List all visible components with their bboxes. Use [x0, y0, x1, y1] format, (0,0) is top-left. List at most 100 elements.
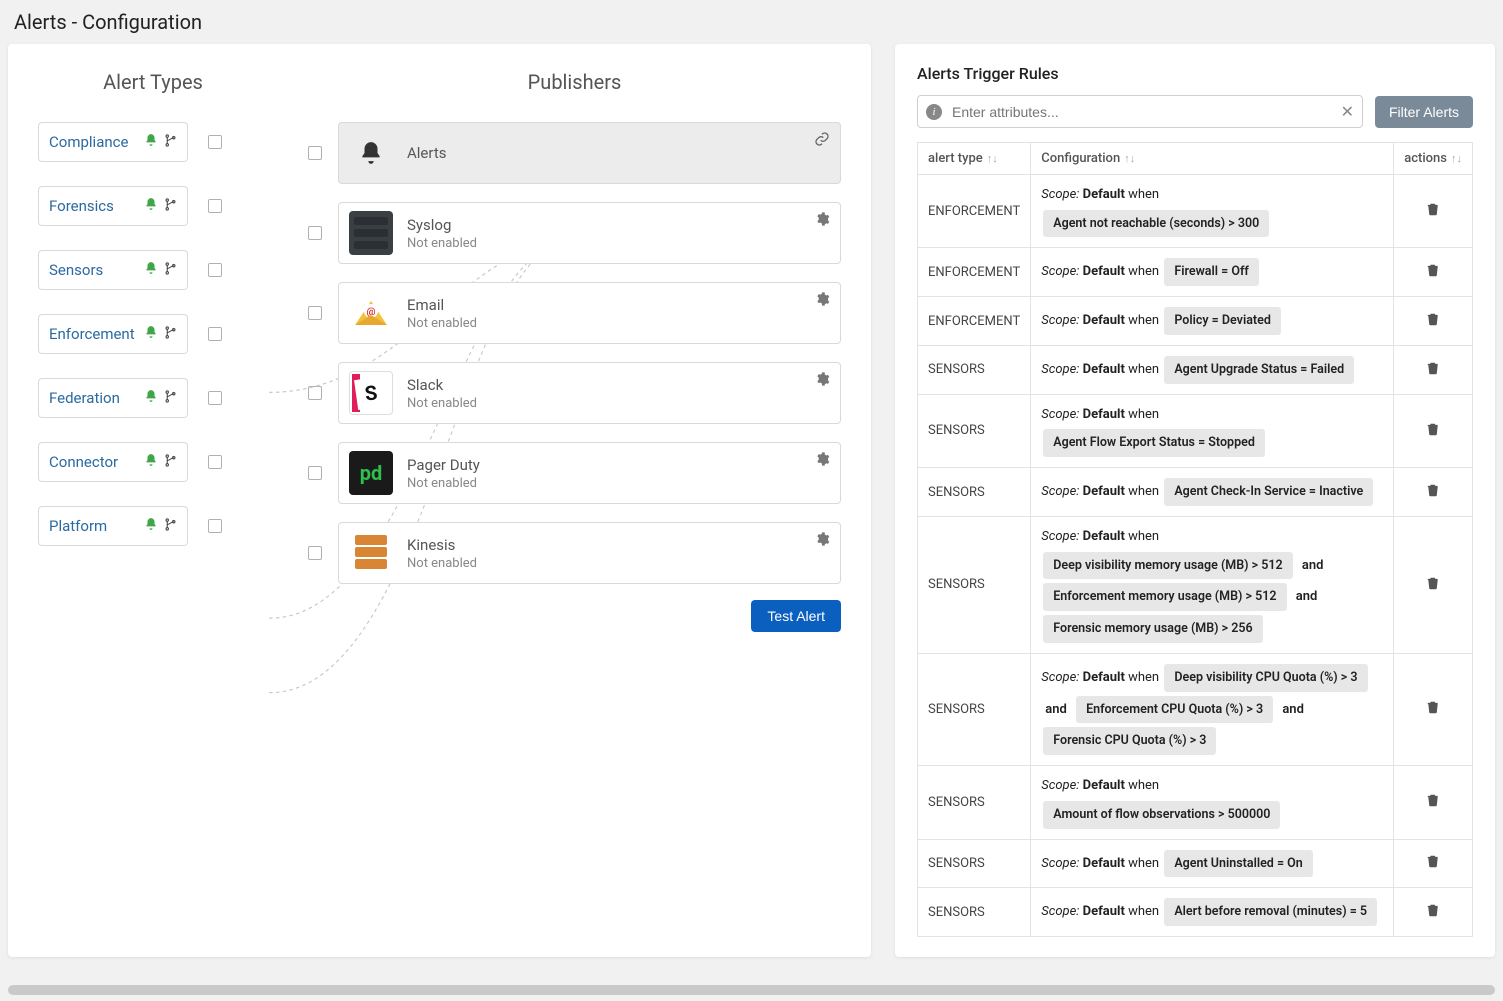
col-configuration[interactable]: Configuration↑↓ [1031, 143, 1394, 175]
condition-chip: Firewall = Off [1164, 258, 1259, 286]
cell-alert-type: SENSORS [918, 766, 1031, 839]
clear-icon[interactable]: ✕ [1341, 102, 1354, 121]
condition-chip: Deep visibility memory usage (MB) > 512 [1043, 552, 1292, 580]
alert-type-card[interactable]: Enforcement [38, 314, 188, 354]
publisher-card[interactable]: pdPager DutyNot enabled [338, 442, 841, 504]
condition-chip: Deep visibility CPU Quota (%) > 3 [1164, 664, 1367, 692]
gear-icon[interactable] [814, 531, 830, 551]
alert-type-checkbox[interactable] [208, 263, 222, 277]
pagerduty-icon: pd [349, 451, 393, 495]
attribute-search-input[interactable] [950, 103, 1333, 121]
alert-type-card[interactable]: Compliance [38, 122, 188, 162]
branch-icon [164, 326, 177, 343]
and-label: and [1282, 702, 1304, 717]
publisher-checkbox[interactable] [308, 466, 322, 480]
gear-icon[interactable] [814, 291, 830, 311]
alert-type-checkbox[interactable] [208, 519, 222, 533]
alert-type-card[interactable]: Platform [38, 506, 188, 546]
col-alert-type[interactable]: alert type↑↓ [918, 143, 1031, 175]
publisher-checkbox[interactable] [308, 546, 322, 560]
cell-configuration: Scope: Default when Deep visibility memo… [1031, 516, 1394, 653]
delete-rule-button[interactable] [1394, 175, 1473, 248]
publisher-card[interactable]: SSlackNot enabled [338, 362, 841, 424]
cell-alert-type: ENFORCEMENT [918, 175, 1031, 248]
email-icon: @ [349, 291, 393, 335]
publisher-card[interactable]: KinesisNot enabled [338, 522, 841, 584]
alert-type-label: Federation [49, 389, 120, 407]
test-alert-button[interactable]: Test Alert [751, 600, 841, 632]
attribute-search-box[interactable]: i ✕ [917, 95, 1363, 128]
alert-type-checkbox[interactable] [208, 327, 222, 341]
publisher-checkbox[interactable] [308, 306, 322, 320]
cell-configuration: Scope: Default when Amount of flow obser… [1031, 766, 1394, 839]
cell-configuration: Scope: Default when Alert before removal… [1031, 888, 1394, 937]
table-row: SENSORSScope: Default when Agent Flow Ex… [918, 394, 1473, 467]
alert-type-card[interactable]: Forensics [38, 186, 188, 226]
cell-configuration: Scope: Default when Agent Check-In Servi… [1031, 468, 1394, 517]
branch-icon [164, 262, 177, 279]
link-icon[interactable] [814, 131, 830, 151]
bell-icon [349, 131, 393, 175]
alert-type-checkbox[interactable] [208, 135, 222, 149]
table-row: SENSORSScope: Default when Alert before … [918, 888, 1473, 937]
table-row: SENSORSScope: Default when Deep visibili… [918, 653, 1473, 765]
gear-icon[interactable] [814, 371, 830, 391]
delete-rule-button[interactable] [1394, 394, 1473, 467]
sort-icon: ↑↓ [1451, 152, 1462, 165]
publisher-card[interactable]: SyslogNot enabled [338, 202, 841, 264]
delete-rule-button[interactable] [1394, 345, 1473, 394]
publisher-checkbox[interactable] [308, 386, 322, 400]
condition-chip: Forensic memory usage (MB) > 256 [1043, 615, 1262, 643]
condition-chip: Enforcement CPU Quota (%) > 3 [1076, 696, 1273, 724]
alert-types-heading: Alert Types [38, 70, 268, 94]
delete-rule-button[interactable] [1394, 468, 1473, 517]
alert-type-checkbox[interactable] [208, 391, 222, 405]
gear-icon[interactable] [814, 451, 830, 471]
alert-type-card[interactable]: Sensors [38, 250, 188, 290]
bell-icon [144, 325, 158, 343]
table-row: SENSORSScope: Default when Agent Upgrade… [918, 345, 1473, 394]
cell-alert-type: SENSORS [918, 888, 1031, 937]
cell-configuration: Scope: Default when Agent Upgrade Status… [1031, 345, 1394, 394]
condition-chip: Agent not reachable (seconds) > 300 [1043, 210, 1269, 238]
condition-chip: Alert before removal (minutes) = 5 [1164, 898, 1377, 926]
filter-alerts-button[interactable]: Filter Alerts [1375, 96, 1473, 128]
publisher-name: Kinesis [407, 536, 477, 554]
delete-rule-button[interactable] [1394, 766, 1473, 839]
branch-icon [164, 518, 177, 535]
condition-chip: Agent Check-In Service = Inactive [1164, 478, 1373, 506]
horizontal-scrollbar[interactable] [8, 985, 1495, 995]
cell-configuration: Scope: Default when Deep visibility CPU … [1031, 653, 1394, 765]
alert-type-checkbox[interactable] [208, 455, 222, 469]
publisher-status: Not enabled [407, 236, 477, 251]
delete-rule-button[interactable] [1394, 653, 1473, 765]
alert-types-publishers-panel: Alert Types Compliance Forensics Sensors En… [8, 44, 871, 957]
bell-icon [144, 197, 158, 215]
alert-type-card[interactable]: Federation [38, 378, 188, 418]
and-label: and [1296, 589, 1318, 604]
alert-type-card[interactable]: Connector [38, 442, 188, 482]
branch-icon [164, 134, 177, 151]
publisher-card[interactable]: @EmailNot enabled [338, 282, 841, 344]
alert-type-checkbox[interactable] [208, 199, 222, 213]
delete-rule-button[interactable] [1394, 839, 1473, 888]
trigger-rules-table: alert type↑↓ Configuration↑↓ actions↑↓ E… [917, 142, 1473, 937]
trigger-rules-panel: Alerts Trigger Rules i ✕ Filter Alerts a… [895, 44, 1495, 957]
publisher-card[interactable]: Alerts [338, 122, 841, 184]
publishers-heading: Publishers [308, 70, 841, 94]
condition-chip: Agent Uninstalled = On [1164, 850, 1312, 878]
trigger-rules-heading: Alerts Trigger Rules [917, 64, 1473, 83]
publisher-checkbox[interactable] [308, 146, 322, 160]
publisher-checkbox[interactable] [308, 226, 322, 240]
delete-rule-button[interactable] [1394, 248, 1473, 297]
publisher-status: Not enabled [407, 396, 477, 411]
cell-alert-type: ENFORCEMENT [918, 297, 1031, 346]
col-actions[interactable]: actions↑↓ [1394, 143, 1473, 175]
table-row: SENSORSScope: Default when Amount of flo… [918, 766, 1473, 839]
gear-icon[interactable] [814, 211, 830, 231]
delete-rule-button[interactable] [1394, 297, 1473, 346]
delete-rule-button[interactable] [1394, 516, 1473, 653]
page-title: Alerts - Configuration [0, 0, 1503, 44]
delete-rule-button[interactable] [1394, 888, 1473, 937]
bell-icon [144, 453, 158, 471]
